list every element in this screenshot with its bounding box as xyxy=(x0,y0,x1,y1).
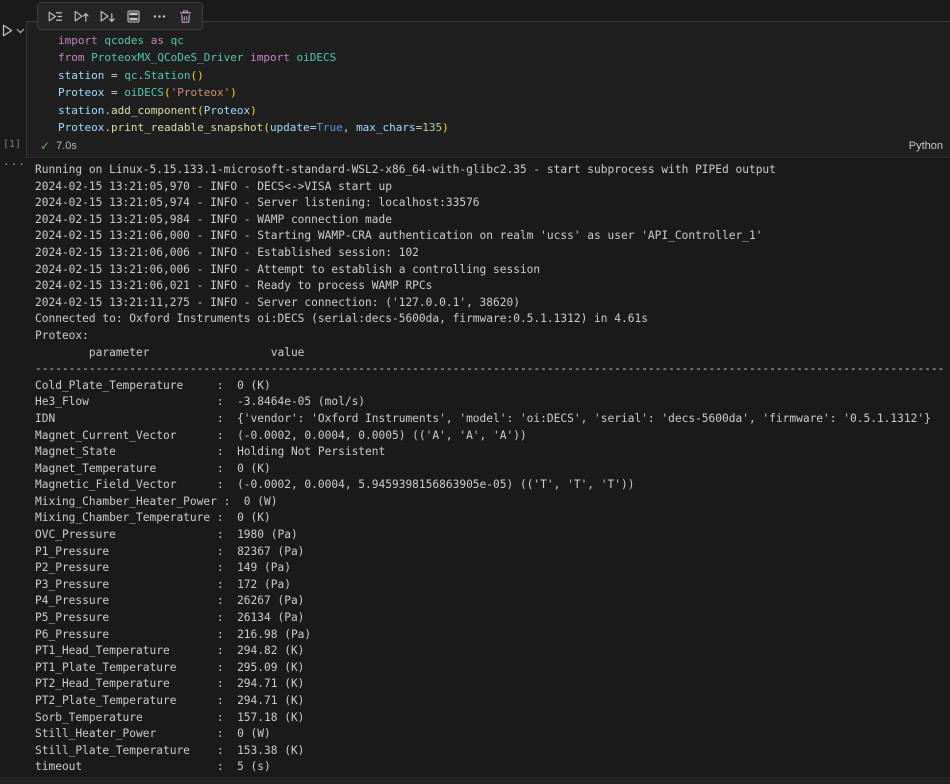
snapshot-row: P4_Pressure : 26267 (Pa) xyxy=(35,593,950,610)
log-line: 2024-02-15 13:21:06,006 - INFO - Establi… xyxy=(35,245,950,262)
snapshot-row: OVC_Pressure : 1980 (Pa) xyxy=(35,527,950,544)
log-line: Connected to: Oxford Instruments oi:DECS… xyxy=(35,311,950,328)
notebook-page: { "theme": { "background": "#1a1a1a", "e… xyxy=(0,0,950,784)
snapshot-row: PT2_Plate_Temperature : 294.71 (K) xyxy=(35,693,950,710)
horizontal-scrollbar[interactable] xyxy=(0,777,950,784)
cell-language-picker[interactable]: Python xyxy=(909,140,950,152)
log-line: 2024-02-15 13:21:06,021 - INFO - Ready t… xyxy=(35,278,950,295)
log-line: 2024-02-15 13:21:05,970 - INFO - DECS<->… xyxy=(35,179,950,196)
snapshot-row: Magnet_Temperature : 0 (K) xyxy=(35,461,950,478)
delete-cell-button[interactable] xyxy=(174,5,196,27)
output-options-icon[interactable]: ··· xyxy=(3,158,26,171)
split-cell-button[interactable] xyxy=(122,5,144,27)
snapshot-row: timeout : 5 (s) xyxy=(35,759,950,776)
snapshot-row: P2_Pressure : 149 (Pa) xyxy=(35,560,950,577)
code-editor[interactable]: import qcodes as qcfrom ProteoxMX_QCoDeS… xyxy=(27,22,950,136)
execution-count: [1] xyxy=(3,139,21,150)
snapshot-row: P3_Pressure : 172 (Pa) xyxy=(35,577,950,594)
cell-output: ··· Running on Linux-5.15.133.1-microsof… xyxy=(0,162,950,784)
cell-run-controls xyxy=(2,24,25,37)
log-line: 2024-02-15 13:21:05,984 - INFO - WAMP co… xyxy=(35,212,950,229)
code-line: from ProteoxMX_QCoDeS_Driver import oiDE… xyxy=(58,49,950,66)
cell-toolbar xyxy=(37,2,203,30)
snapshot-row: He3_Flow : -3.8464e-05 (mol/s) xyxy=(35,394,950,411)
log-line: 2024-02-15 13:21:06,000 - INFO - Startin… xyxy=(35,228,950,245)
play-up-icon xyxy=(74,9,89,24)
code-line: station = qc.Station() xyxy=(58,67,950,84)
snapshot-row: PT1_Head_Temperature : 294.82 (K) xyxy=(35,643,950,660)
snapshot-row: Sorb_Temperature : 157.18 (K) xyxy=(35,710,950,727)
execute-above-button[interactable] xyxy=(70,5,92,27)
snapshot-row: Mixing_Chamber_Heater_Power : 0 (W) xyxy=(35,494,950,511)
snapshot-row: Magnet_State : Holding Not Persistent xyxy=(35,444,950,461)
log-line: 2024-02-15 13:21:11,275 - INFO - Server … xyxy=(35,295,950,312)
output-text: Running on Linux-5.15.133.1-microsoft-st… xyxy=(35,162,950,776)
code-line: import qcodes as qc xyxy=(58,32,950,49)
snapshot-row: PT2_Head_Temperature : 294.71 (K) xyxy=(35,676,950,693)
snapshot-row: Cold_Plate_Temperature : 0 (K) xyxy=(35,378,950,395)
code-line: station.add_component(Proteox) xyxy=(58,102,950,119)
success-check-icon: ✓ xyxy=(40,139,50,153)
snapshot-row: P6_Pressure : 216.98 (Pa) xyxy=(35,627,950,644)
snapshot-row: P5_Pressure : 26134 (Pa) xyxy=(35,610,950,627)
trash-icon xyxy=(178,9,193,24)
snapshot-separator: ----------------------------------------… xyxy=(35,361,950,378)
ellipsis-icon xyxy=(152,9,167,24)
snapshot-row: Still_Plate_Temperature : 153.38 (K) xyxy=(35,743,950,760)
run-cell-play-icon[interactable] xyxy=(2,24,13,37)
snapshot-header: parameter value xyxy=(35,345,950,362)
code-line: Proteox = oiDECS('Proteox') xyxy=(58,84,950,101)
play-down-icon xyxy=(100,9,115,24)
snapshot-row: Magnet_Current_Vector : (-0.0002, 0.0004… xyxy=(35,428,950,445)
log-line: 2024-02-15 13:21:06,006 - INFO - Attempt… xyxy=(35,262,950,279)
snapshot-row: Magnetic_Field_Vector : (-0.0002, 0.0004… xyxy=(35,477,950,494)
log-line: Proteox: xyxy=(35,328,950,345)
log-line: Running on Linux-5.15.133.1-microsoft-st… xyxy=(35,162,950,179)
snapshot-row: PT1_Plate_Temperature : 295.09 (K) xyxy=(35,660,950,677)
cell-status-bar: ✓ 7.0s Python xyxy=(26,134,950,158)
execute-below-button[interactable] xyxy=(96,5,118,27)
snapshot-row: Mixing_Chamber_Temperature : 0 (K) xyxy=(35,510,950,527)
execution-duration: 7.0s xyxy=(56,140,77,152)
snapshot-row: Still_Heater_Power : 0 (W) xyxy=(35,726,950,743)
snapshot-row: IDN : {'vendor': 'Oxford Instruments', '… xyxy=(35,411,950,428)
run-by-line-button[interactable] xyxy=(44,5,66,27)
split-cell-icon xyxy=(126,9,141,24)
snapshot-row: P1_Pressure : 82367 (Pa) xyxy=(35,544,950,561)
chevron-down-icon[interactable] xyxy=(16,28,25,34)
run-by-line-icon xyxy=(48,9,63,24)
more-actions-button[interactable] xyxy=(148,5,170,27)
log-line: 2024-02-15 13:21:05,974 - INFO - Server … xyxy=(35,195,950,212)
